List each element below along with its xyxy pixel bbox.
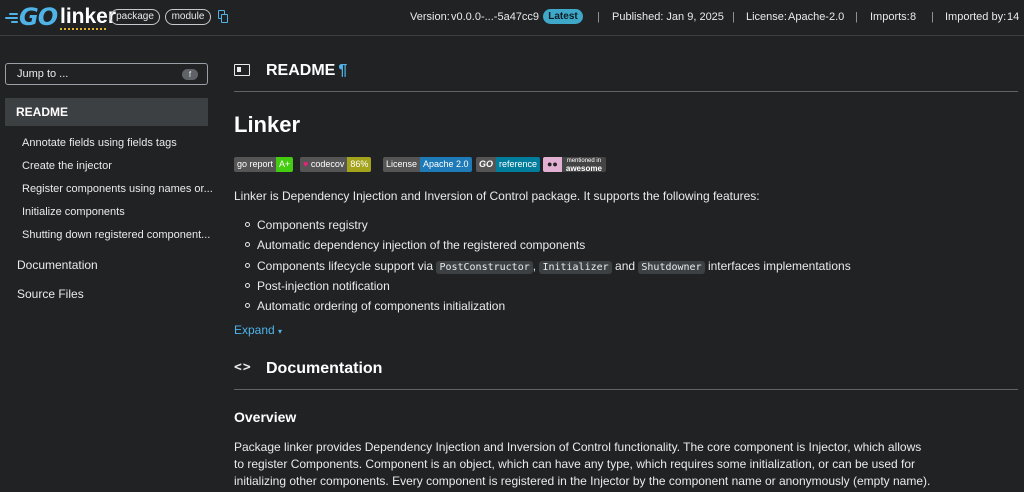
awesome-badge[interactable]: ●● mentioned in awesome xyxy=(543,157,606,172)
code-initializer: Initializer xyxy=(539,261,612,274)
license-label: License: xyxy=(746,11,787,23)
go-report-badge-label: go report xyxy=(234,157,277,172)
sidebar-subitem-shutting-down[interactable]: Shutting down registered component... xyxy=(22,228,210,242)
feature-item: Components registry xyxy=(257,218,368,232)
copy-path-icon[interactable] xyxy=(218,10,228,23)
package-name-underline xyxy=(60,28,106,30)
license-badge-label: License xyxy=(383,157,421,172)
sidebar-item-readme[interactable]: README xyxy=(5,98,208,126)
jump-to-input[interactable]: Jump to ... f xyxy=(5,63,208,85)
license-link[interactable]: Apache-2.0 xyxy=(788,10,844,24)
imported-by-label: Imported by: xyxy=(945,11,1007,23)
module-chip[interactable]: module xyxy=(165,9,211,25)
sidebar-subitem-annotate-fields[interactable]: Annotate fields using fields tags xyxy=(22,136,177,150)
keyboard-shortcut-badge: f xyxy=(182,69,198,80)
license-badge[interactable]: License Apache 2.0 xyxy=(383,157,472,172)
go-reference-badge[interactable]: GO reference xyxy=(476,157,541,172)
code-shutdowner: Shutdowner xyxy=(638,261,705,274)
readme-section-title: README ¶ xyxy=(266,61,347,81)
feature-text: and xyxy=(615,259,636,273)
package-chip[interactable]: package xyxy=(110,9,160,25)
documentation-section-title: Documentation xyxy=(266,360,383,377)
feature-text: Components lifecycle support via xyxy=(257,259,434,273)
sidebar-item-documentation[interactable]: Documentation xyxy=(17,258,98,272)
feature-item: Post-injection notification xyxy=(257,279,390,293)
top-header: GO linker package module Version: v0.0.0… xyxy=(0,0,1024,36)
license-badge-value: Apache 2.0 xyxy=(420,157,472,172)
readme-book-icon xyxy=(234,64,250,76)
sidebar-subitem-register-components[interactable]: Register components using names or... xyxy=(22,182,213,196)
go-reference-badge-value: reference xyxy=(496,157,541,172)
imported-by-link[interactable]: 14 xyxy=(1007,10,1019,24)
documentation-section-divider xyxy=(234,389,1018,390)
code-brackets-icon: <> xyxy=(234,360,252,375)
go-logo[interactable]: GO xyxy=(4,3,58,31)
sidebar-subitem-initialize-components[interactable]: Initialize components xyxy=(22,205,125,219)
bullet-marker xyxy=(245,242,250,247)
expand-label: Expand xyxy=(234,323,275,337)
feature-item: Automatic ordering of components initial… xyxy=(257,299,506,313)
codecov-umbrella-icon: ♥ xyxy=(303,159,309,169)
sunglasses-icon: ●● xyxy=(543,157,562,172)
latest-badge: Latest xyxy=(543,9,583,24)
imports-link[interactable]: 8 xyxy=(910,10,916,24)
feature-text: , xyxy=(532,259,537,273)
overview-text: Package linker provides Dependency Injec… xyxy=(234,440,931,488)
codecov-badge-label: ♥ codecov xyxy=(300,157,348,172)
bullet-marker xyxy=(245,283,250,288)
expand-caret-icon: ▾ xyxy=(278,327,283,336)
go-logo-text: GO xyxy=(19,3,58,31)
overview-heading: Overview xyxy=(234,409,297,425)
awesome-badge-bottom: awesome xyxy=(565,164,602,173)
codecov-badge-value: 86% xyxy=(347,157,372,172)
feature-item: Automatic dependency injection of the re… xyxy=(257,238,586,252)
bullet-marker xyxy=(245,263,250,268)
jump-to-placeholder: Jump to ... xyxy=(17,68,69,80)
code-postconstructor: PostConstructor xyxy=(436,261,533,274)
speed-lines-icon xyxy=(4,10,18,24)
version-label: Version: xyxy=(410,11,450,23)
go-report-badge[interactable]: go report A+ xyxy=(234,157,294,172)
sidebar-subitem-create-injector[interactable]: Create the injector xyxy=(22,159,112,173)
codecov-badge[interactable]: ♥ codecov 86% xyxy=(300,157,372,172)
bullet-marker xyxy=(245,222,250,227)
feature-text: interfaces implementations xyxy=(707,259,851,273)
header-separator: | xyxy=(732,11,735,23)
go-reference-badge-logo: GO xyxy=(476,157,497,172)
feature-item: Components lifecycle support via PostCon… xyxy=(257,258,851,276)
readme-intro: Linker is Dependency Injection and Inver… xyxy=(234,189,760,203)
readme-anchor-link[interactable]: ¶ xyxy=(338,62,347,79)
go-report-badge-value: A+ xyxy=(276,157,294,172)
awesome-badge-text: mentioned in awesome xyxy=(561,157,606,173)
imports-label: Imports: xyxy=(870,11,910,23)
header-separator: | xyxy=(931,11,934,23)
header-separator: | xyxy=(597,11,600,23)
readme-title: Linker xyxy=(234,112,301,137)
published-date: Published: Jan 9, 2025 xyxy=(612,11,724,23)
package-name: linker xyxy=(60,5,117,28)
expand-readme-button[interactable]: Expand ▾ xyxy=(234,322,282,340)
readme-section-divider xyxy=(234,91,1018,92)
codecov-label-text: codecov xyxy=(310,159,345,169)
readme-section-title-text: README xyxy=(266,62,336,79)
sidebar-item-source-files[interactable]: Source Files xyxy=(17,287,84,301)
version-link[interactable]: v0.0.0-...-5a47cc9 xyxy=(451,10,539,24)
header-separator: | xyxy=(855,11,858,23)
bullet-marker xyxy=(245,303,250,308)
